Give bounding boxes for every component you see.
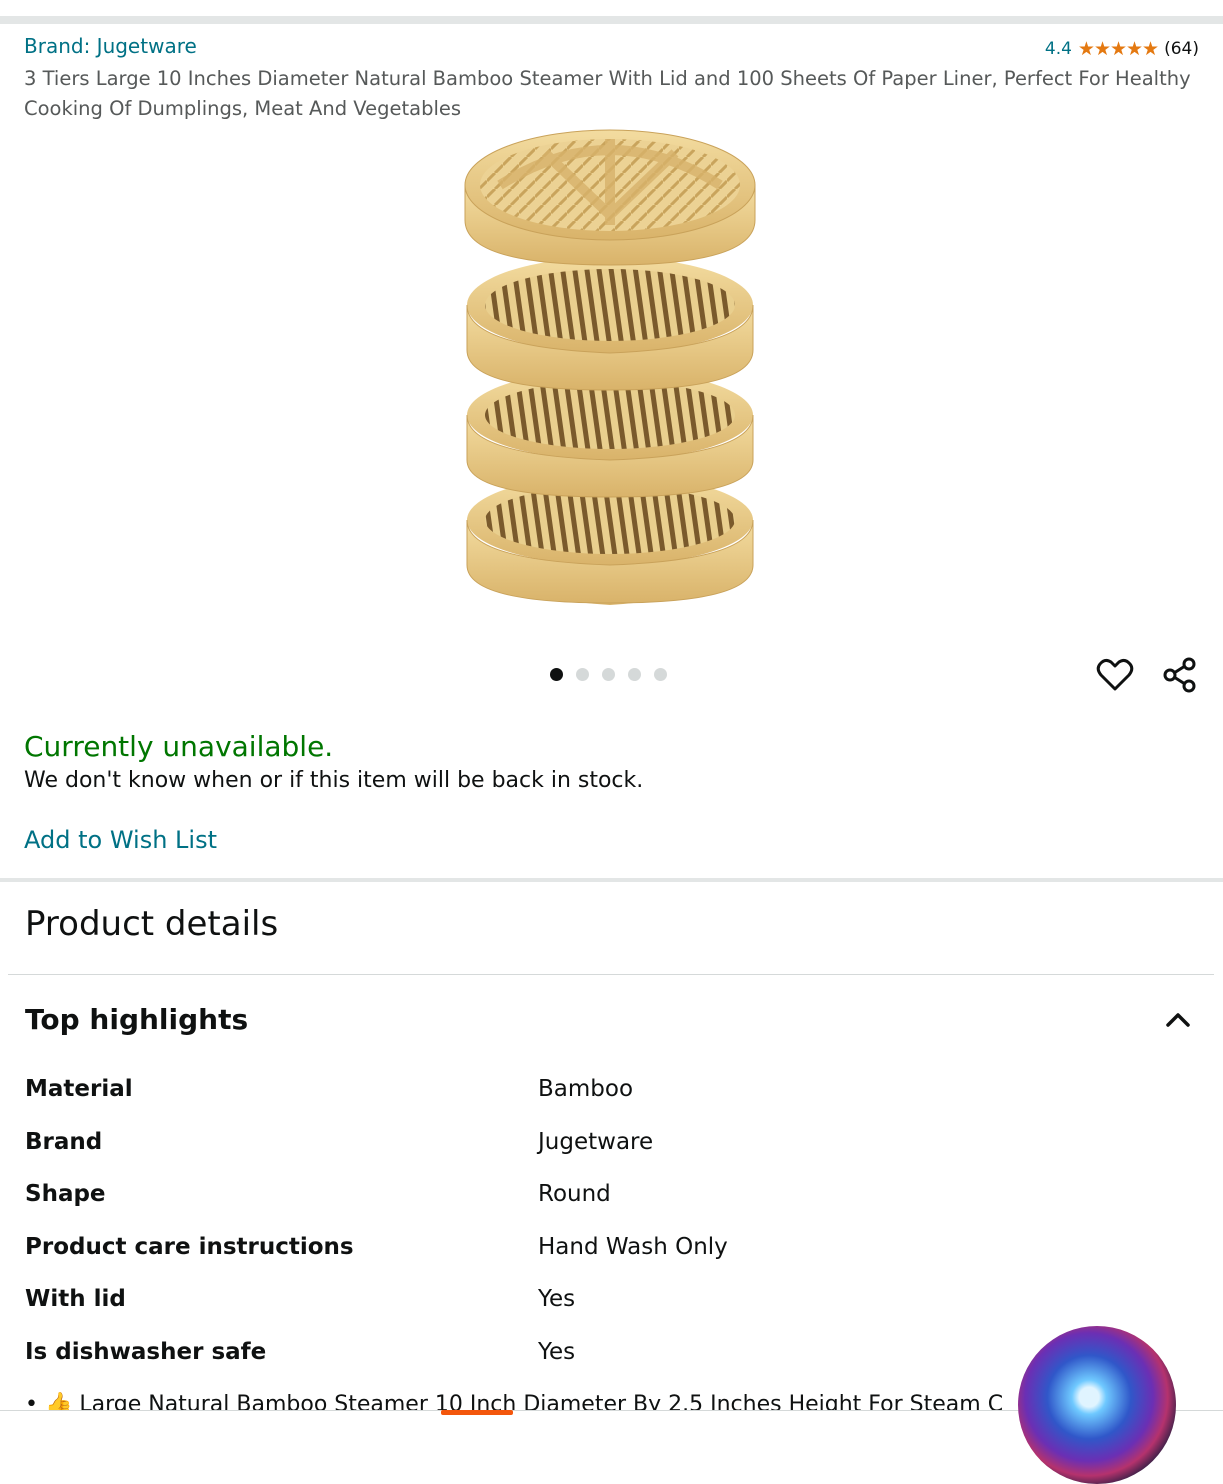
- spec-value: Yes: [538, 1339, 576, 1365]
- carousel-dot[interactable]: [550, 668, 563, 681]
- chevron-up-icon[interactable]: [1162, 1006, 1194, 1034]
- spec-value: Hand Wash Only: [538, 1234, 728, 1260]
- product-image[interactable]: [455, 125, 765, 610]
- carousel-dot[interactable]: [602, 668, 615, 681]
- spec-key: With lid: [25, 1286, 126, 1312]
- spec-row: Shape Round: [25, 1181, 1205, 1221]
- carousel-dot[interactable]: [654, 668, 667, 681]
- section-divider: [0, 878, 1223, 882]
- rating-stars-icon: ★★★★★: [1077, 38, 1159, 60]
- brand-link[interactable]: Brand: Jugetware: [24, 34, 197, 58]
- spec-row: Brand Jugetware: [25, 1129, 1205, 1169]
- steamer-tier-1: [466, 257, 754, 391]
- siri-icon[interactable]: [1018, 1326, 1176, 1484]
- spec-key: Material: [25, 1076, 133, 1102]
- spec-key: Brand: [25, 1129, 103, 1155]
- spec-row: Product care instructions Hand Wash Only: [25, 1234, 1205, 1274]
- spec-key: Is dishwasher safe: [25, 1339, 267, 1365]
- product-details-heading: Product details: [25, 904, 279, 944]
- spec-value: Yes: [538, 1286, 576, 1312]
- add-to-wish-list-link[interactable]: Add to Wish List: [24, 826, 217, 854]
- divider: [8, 974, 1214, 975]
- top-highlights-heading[interactable]: Top highlights: [25, 1003, 248, 1036]
- product-title: 3 Tiers Large 10 Inches Diameter Natural…: [24, 67, 1191, 120]
- top-divider: [0, 16, 1223, 24]
- rating-summary[interactable]: 4.4 ★★★★★ (64): [1045, 38, 1199, 60]
- rating-value: 4.4: [1044, 39, 1072, 59]
- active-tab-indicator: [441, 1410, 513, 1415]
- spec-key: Shape: [25, 1181, 106, 1207]
- spec-value: Bamboo: [538, 1076, 634, 1102]
- heart-icon[interactable]: [1096, 656, 1134, 694]
- steamer-lid: [464, 129, 756, 266]
- spec-row: Material Bamboo: [25, 1076, 1205, 1116]
- spec-key: Product care instructions: [25, 1234, 354, 1260]
- share-icon[interactable]: [1161, 656, 1199, 694]
- spec-value: Round: [538, 1181, 611, 1207]
- spec-row: With lid Yes: [25, 1286, 1205, 1326]
- availability-message: We don't know when or if this item will …: [24, 768, 644, 793]
- carousel-dot[interactable]: [628, 668, 641, 681]
- spec-value: Jugetware: [538, 1129, 654, 1155]
- availability-status: Currently unavailable.: [24, 730, 334, 763]
- carousel-dot[interactable]: [576, 668, 589, 681]
- review-count: (64): [1164, 39, 1199, 59]
- image-carousel-dots[interactable]: [550, 668, 667, 681]
